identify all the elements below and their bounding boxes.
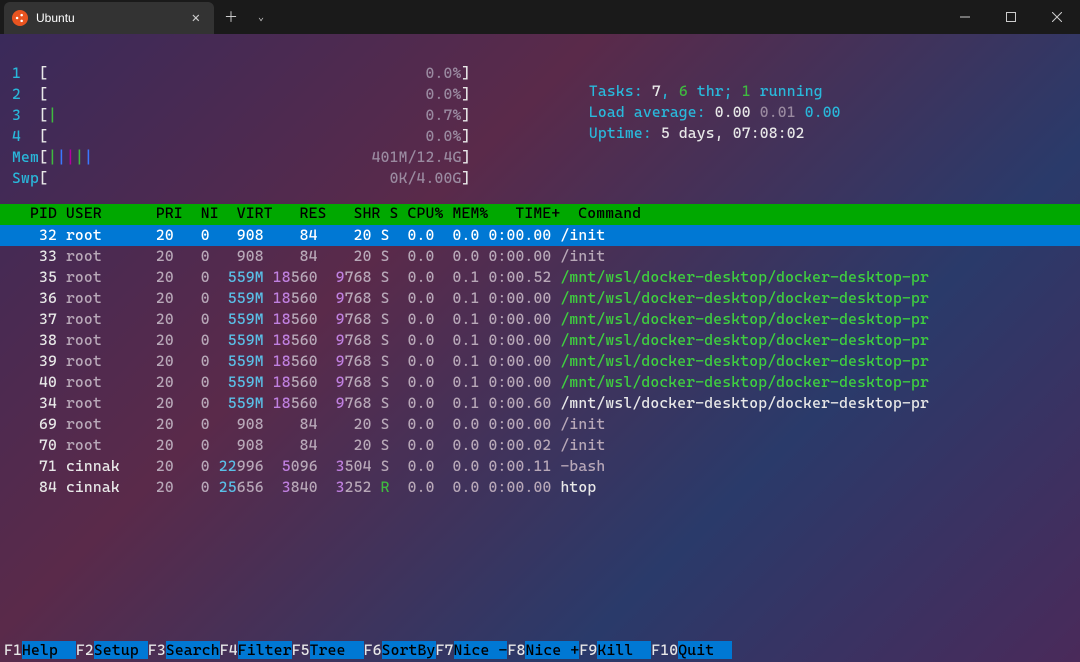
ubuntu-icon xyxy=(12,10,28,26)
terminal-tab[interactable]: Ubuntu ✕ xyxy=(4,2,214,34)
new-tab-button[interactable]: ＋ xyxy=(214,7,248,27)
process-row[interactable]: 39 root 20 0 559M 18560 9768 S 0.0 0.1 0… xyxy=(0,351,1080,372)
tasks-line: Tasks: 7, 6 thr; 1 running xyxy=(505,64,1080,85)
process-row[interactable]: 38 root 20 0 559M 18560 9768 S 0.0 0.1 0… xyxy=(0,330,1080,351)
process-row[interactable]: 71 cinnak 20 0 22996 5096 3504 S 0.0 0.0… xyxy=(0,456,1080,477)
terminal-viewport[interactable]: 1 [ 0.0%]2 [ 0.0%]3 [| 0.7%]4 [ 0 xyxy=(0,34,1080,662)
meters-section: 1 [ 0.0%]2 [ 0.0%]3 [| 0.7%]4 [ 0 xyxy=(0,64,1080,190)
process-row[interactable]: 84 cinnak 20 0 25656 3840 3252 R 0.0 0.0… xyxy=(0,477,1080,498)
cpu-meter-4: 4 [ 0.0%] xyxy=(0,127,505,148)
swp-meter: Swp[ 0K/4.00G] xyxy=(0,169,505,190)
tab-title: Ubuntu xyxy=(36,11,180,25)
process-row[interactable]: 32 root 20 0 908 84 20 S 0.0 0.0 0:00.00… xyxy=(0,225,1080,246)
maximize-button[interactable] xyxy=(988,0,1034,34)
minimize-button[interactable] xyxy=(942,0,988,34)
process-row[interactable]: 69 root 20 0 908 84 20 S 0.0 0.0 0:00.00… xyxy=(0,414,1080,435)
close-window-button[interactable] xyxy=(1034,0,1080,34)
process-row[interactable]: 40 root 20 0 559M 18560 9768 S 0.0 0.1 0… xyxy=(0,372,1080,393)
cpu-meter-1: 1 [ 0.0%] xyxy=(0,64,505,85)
process-row[interactable]: 34 root 20 0 559M 18560 9768 S 0.0 0.1 0… xyxy=(0,393,1080,414)
process-row[interactable]: 37 root 20 0 559M 18560 9768 S 0.0 0.1 0… xyxy=(0,309,1080,330)
window-titlebar: Ubuntu ✕ ＋ ⌄ xyxy=(0,0,1080,34)
tab-dropdown-icon[interactable]: ⌄ xyxy=(248,12,274,23)
process-list[interactable]: 32 root 20 0 908 84 20 S 0.0 0.0 0:00.00… xyxy=(0,225,1080,498)
process-row[interactable]: 33 root 20 0 908 84 20 S 0.0 0.0 0:00.00… xyxy=(0,246,1080,267)
cpu-meter-3: 3 [| 0.7%] xyxy=(0,106,505,127)
close-tab-icon[interactable]: ✕ xyxy=(188,10,204,26)
process-row[interactable]: 36 root 20 0 559M 18560 9768 S 0.0 0.1 0… xyxy=(0,288,1080,309)
function-key-bar[interactable]: F1Help F2Setup F3SearchF4FilterF5Tree F6… xyxy=(0,641,1080,662)
process-row[interactable]: 35 root 20 0 559M 18560 9768 S 0.0 0.1 0… xyxy=(0,267,1080,288)
process-header[interactable]: PID USER PRI NI VIRT RES SHR S CPU% MEM%… xyxy=(0,204,1080,225)
mem-meter: Mem[||||| 401M/12.4G] xyxy=(0,148,505,169)
cpu-meter-2: 2 [ 0.0%] xyxy=(0,85,505,106)
process-row[interactable]: 70 root 20 0 908 84 20 S 0.0 0.0 0:00.02… xyxy=(0,435,1080,456)
